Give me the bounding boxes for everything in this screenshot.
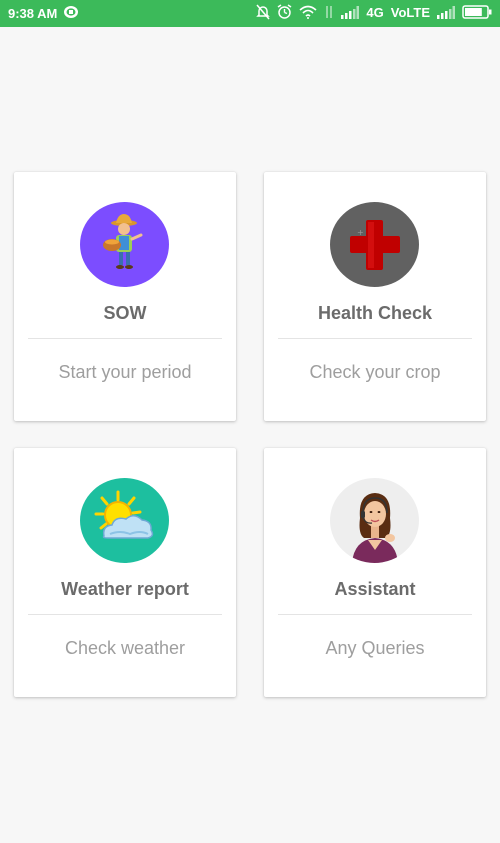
- card-divider: [278, 614, 472, 615]
- card-divider: [28, 338, 222, 339]
- battery-icon: [462, 5, 492, 19]
- assistant-card[interactable]: Assistant Any Queries: [264, 448, 486, 697]
- sun-cloud-icon: [80, 478, 169, 563]
- wifi-icon: [299, 5, 317, 19]
- support-agent-icon: [330, 478, 419, 563]
- medical-cross-icon: +: [330, 202, 419, 287]
- notification-app-icon: [63, 5, 79, 22]
- card-divider: [278, 338, 472, 339]
- sow-title: SOW: [103, 303, 147, 323]
- weather-report-subtitle: Check weather: [64, 638, 186, 658]
- sow-card[interactable]: SOW Start your period: [14, 172, 236, 421]
- status-bar: 9:38 AM 4G VoLTE: [0, 0, 500, 27]
- svg-text:+: +: [357, 228, 364, 237]
- signal-icon-2: [437, 5, 455, 19]
- weather-report-title: Weather report: [61, 579, 189, 599]
- sow-subtitle: Start your period: [58, 362, 192, 382]
- volte-label: VoLTE: [390, 4, 430, 20]
- health-check-title: Health Check: [317, 303, 433, 323]
- signal-icon: [341, 5, 360, 19]
- health-check-card[interactable]: + Health Check Check your crop: [264, 172, 486, 421]
- network-type-label: 4G: [366, 4, 384, 20]
- health-check-subtitle: Check your crop: [309, 362, 441, 382]
- assistant-subtitle: Any Queries: [325, 638, 425, 658]
- status-time: 9:38 AM: [8, 6, 58, 21]
- card-divider: [28, 614, 222, 615]
- assistant-title: Assistant: [334, 579, 416, 599]
- weather-report-card[interactable]: Weather report Check weather: [14, 448, 236, 697]
- farmer-icon: [80, 202, 169, 287]
- data-arrows-icon: [324, 5, 334, 19]
- mute-bell-icon: [256, 4, 271, 20]
- alarm-icon: [277, 4, 292, 20]
